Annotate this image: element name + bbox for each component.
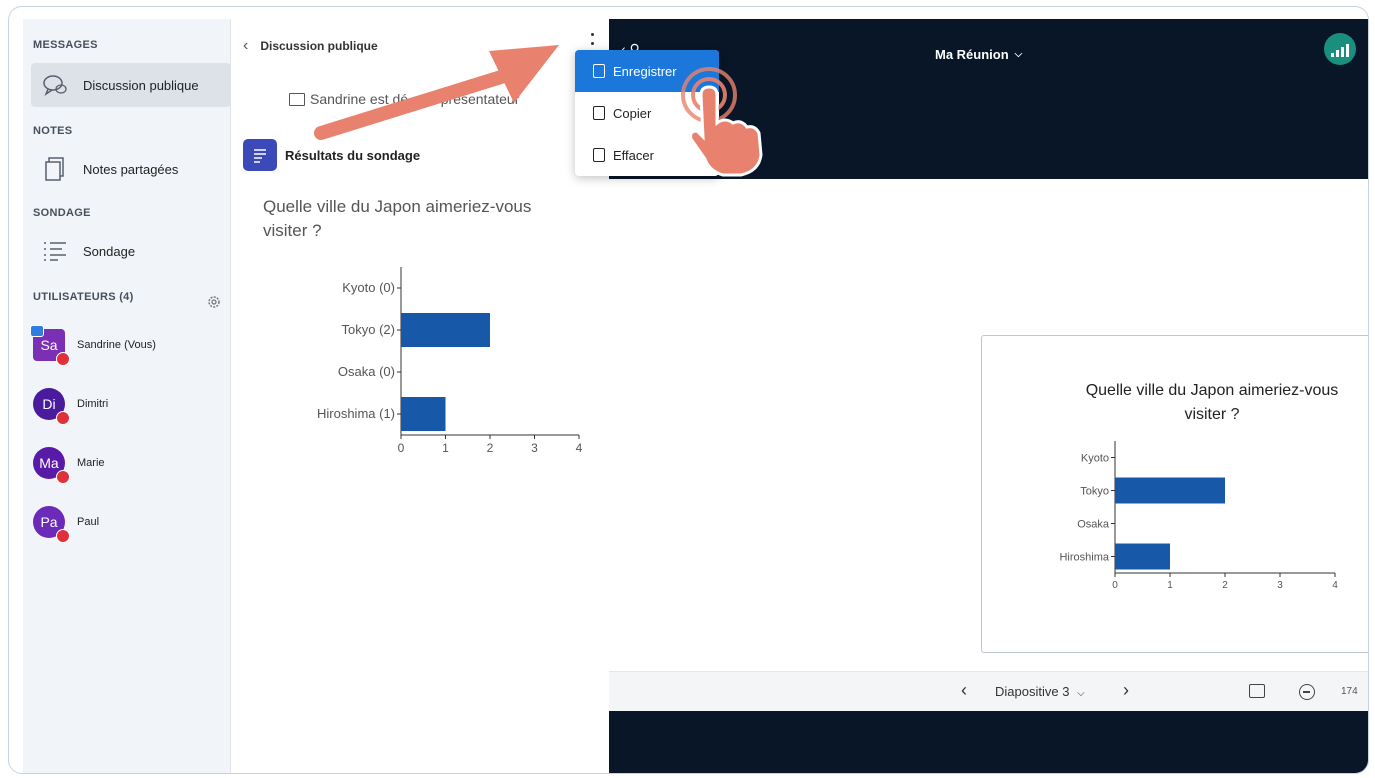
x-tick-label: 3 (1277, 580, 1283, 591)
category-label: Kyoto (1081, 453, 1109, 465)
avatar: Sa (30, 325, 70, 366)
x-tick-label: 4 (576, 441, 583, 455)
x-tick-label: 3 (531, 441, 538, 455)
x-tick-label: 2 (1222, 580, 1228, 591)
slide-label-text: Diapositive 3 (995, 684, 1070, 699)
sidebar-item-shared-notes[interactable]: Notes partagées (31, 147, 231, 191)
slide-question: Quelle ville du Japon aimeriez-vous visi… (1085, 382, 1339, 423)
presenter-icon (30, 325, 44, 337)
users-section-title: UTILISATEURS (4) (33, 291, 134, 303)
bar (1115, 477, 1225, 504)
tutorial-arrow-icon (314, 45, 559, 140)
chart-icon[interactable] (1249, 684, 1265, 698)
chevron-left-icon[interactable]: ‹ (961, 680, 967, 701)
x-tick-label: 0 (398, 441, 405, 455)
slide-chart: Kyoto Tokyo Osaka Hiroshima 0 1 2 3 4 (1059, 441, 1338, 591)
category-label: Hiroshima (1059, 552, 1109, 564)
zoom-out-icon[interactable] (1299, 684, 1315, 700)
x-tick-label: 2 (487, 441, 494, 455)
trash-icon (593, 148, 605, 162)
sidebar: MESSAGES Discussion publique NOTES Notes… (23, 19, 231, 773)
bottom-bar (609, 711, 1368, 773)
bar (401, 313, 490, 347)
connection-status-icon[interactable] (1324, 33, 1356, 65)
muted-mic-icon (56, 470, 70, 484)
poll-section-title: SONDAGE (33, 207, 91, 219)
chevron-right-icon[interactable]: › (1123, 680, 1129, 701)
chevron-left-icon[interactable]: ‹ (243, 37, 248, 55)
chat-bubbles-icon (41, 71, 69, 99)
category-label: Tokyo (1080, 486, 1109, 498)
sidebar-item-label: Notes partagées (83, 161, 179, 177)
gear-icon[interactable] (206, 294, 222, 310)
menu-item-label: Copier (613, 105, 652, 121)
avatar: Ma (33, 447, 70, 484)
user-name: Dimitri (77, 398, 109, 410)
meeting-title[interactable]: Ma Réunion ⌵ (935, 47, 1022, 62)
poll-results-title: Résultats du sondage (285, 147, 421, 163)
category-label: Osaka (0) (338, 364, 395, 379)
user-name: Marie (77, 457, 105, 469)
sidebar-item-poll[interactable]: Sondage (31, 229, 231, 273)
meeting-title-text: Ma Réunion (935, 47, 1009, 62)
chevron-down-icon: ⌵ (1077, 688, 1085, 699)
chevron-down-icon: ⌵ (1014, 49, 1023, 60)
document-icon (41, 155, 69, 183)
x-tick-label: 4 (1332, 580, 1338, 591)
notes-section-title: NOTES (33, 125, 73, 137)
poll-chart: Kyoto (0) Tokyo (2) Osaka (0) Hiroshima (1)… (317, 267, 583, 455)
muted-mic-icon (56, 529, 70, 543)
x-tick-label: 0 (1112, 580, 1118, 591)
sidebar-item-public-chat[interactable]: Discussion publique (31, 63, 231, 107)
save-file-icon (593, 64, 605, 78)
avatar: Di (33, 388, 70, 425)
avatar: Pa (33, 506, 70, 543)
menu-item-label: Effacer (613, 147, 654, 163)
bar (401, 397, 446, 431)
poll-question: Quelle ville du Japon aimeriez-vous visi… (263, 197, 532, 240)
list-icon (41, 237, 69, 265)
slide-selector[interactable]: Diapositive 3 ⌵ (995, 684, 1085, 699)
poll-icon (243, 139, 277, 171)
sidebar-item-label: Discussion publique (83, 77, 199, 93)
category-label: Hiroshima (1) (317, 406, 395, 421)
avatar-initials: Sa (40, 337, 58, 353)
monitor-icon (289, 92, 305, 106)
x-tick-label: 1 (442, 441, 449, 455)
pointer-hand-icon (681, 67, 763, 177)
avatar-initials: Di (42, 396, 56, 412)
user-item[interactable]: Ma Marie (33, 443, 223, 484)
avatar-initials: Pa (40, 514, 58, 530)
zoom-value: 174 (1341, 686, 1358, 697)
sidebar-item-label: Sondage (83, 243, 136, 259)
user-item[interactable]: Sa Sandrine (Vous) (30, 325, 223, 366)
category-label: Tokyo (2) (342, 322, 395, 337)
user-item[interactable]: Di Dimitri (33, 384, 223, 425)
bar (1115, 543, 1170, 570)
category-label: Kyoto (0) (342, 280, 395, 295)
slide-navigation: ‹ Diapositive 3 ⌵ › 174 (609, 671, 1368, 711)
copy-icon (593, 106, 605, 120)
user-name: Paul (77, 516, 100, 528)
app-frame: MESSAGES Discussion publique NOTES Notes… (8, 6, 1369, 774)
avatar-initials: Ma (39, 455, 59, 471)
user-item[interactable]: Pa Paul (33, 502, 223, 543)
x-tick-label: 1 (1167, 580, 1173, 591)
menu-item-label: Enregistrer (613, 63, 677, 79)
category-label: Osaka (1077, 519, 1110, 531)
muted-mic-icon (56, 352, 70, 366)
messages-section-title: MESSAGES (33, 39, 98, 51)
user-name: Sandrine (Vous) (77, 339, 156, 351)
muted-mic-icon (56, 411, 70, 425)
